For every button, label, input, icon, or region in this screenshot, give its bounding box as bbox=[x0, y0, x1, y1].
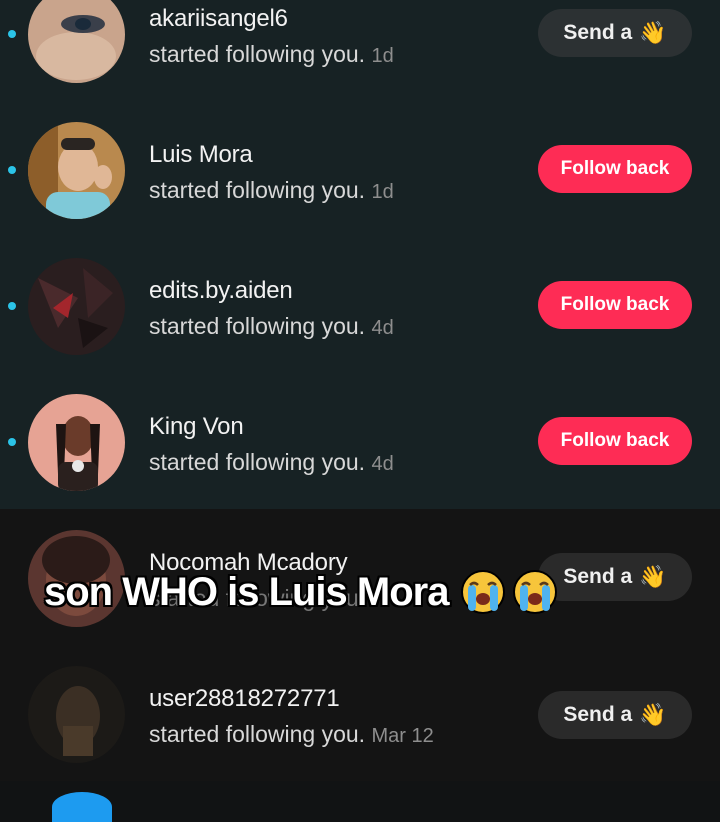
unread-dot bbox=[8, 166, 16, 174]
waving-hand-icon: 👋 bbox=[639, 702, 667, 727]
notification-row[interactable]: King Von started following you. 4d Follo… bbox=[0, 373, 720, 509]
activity-description: started following you. bbox=[149, 313, 366, 339]
username[interactable]: King Von bbox=[149, 413, 244, 441]
username[interactable]: Luis Mora bbox=[149, 141, 253, 169]
username[interactable]: user28818272771 bbox=[149, 685, 340, 713]
avatar[interactable] bbox=[28, 122, 125, 219]
avatar[interactable] bbox=[28, 258, 125, 355]
waving-hand-icon: 👋 bbox=[639, 564, 667, 589]
activity-text: started following you. 1d bbox=[149, 177, 394, 204]
loudly-crying-face-icon bbox=[461, 570, 506, 614]
activity-text: started following you. Mar 12 bbox=[149, 721, 434, 748]
notification-row[interactable]: Luis Mora started following you. 1d Foll… bbox=[0, 101, 720, 237]
activity-description: started following you. bbox=[149, 449, 366, 475]
unread-dot bbox=[8, 438, 16, 446]
timestamp: 4d bbox=[371, 453, 394, 475]
button-label: Send a bbox=[563, 565, 633, 588]
overlay-caption: son WHO is Luis Mora bbox=[44, 562, 558, 622]
timestamp: 1d bbox=[371, 45, 394, 67]
avatar[interactable] bbox=[28, 394, 125, 491]
avatar[interactable] bbox=[28, 666, 125, 763]
waving-hand-icon: 👋 bbox=[639, 20, 667, 45]
loudly-crying-face-icon bbox=[513, 570, 558, 614]
send-wave-button[interactable]: Send a 👋 bbox=[538, 9, 692, 57]
notification-row[interactable]: edits.by.aiden started following you. 4d… bbox=[0, 237, 720, 373]
notification-row[interactable]: user28818272771 started following you. M… bbox=[0, 645, 720, 781]
send-wave-button[interactable]: Send a 👋 bbox=[538, 691, 692, 739]
activity-text: started following you. 4d bbox=[149, 449, 394, 476]
unread-dot bbox=[8, 30, 16, 38]
caption-text: son WHO is Luis Mora bbox=[44, 569, 449, 614]
activity-text: started following you. 1d bbox=[149, 41, 394, 68]
button-label: Send a bbox=[563, 21, 633, 44]
button-label: Send a bbox=[563, 703, 633, 726]
avatar[interactable] bbox=[28, 0, 125, 83]
unread-dot bbox=[8, 302, 16, 310]
avatar[interactable] bbox=[52, 792, 112, 822]
activity-description: started following you. bbox=[149, 177, 366, 203]
follow-back-button[interactable]: Follow back bbox=[538, 417, 692, 465]
notification-row[interactable]: akariisangel6 started following you. 1d … bbox=[0, 0, 720, 101]
timestamp: 4d bbox=[371, 317, 394, 339]
activity-text: started following you. 4d bbox=[149, 313, 394, 340]
timestamp: 1d bbox=[371, 181, 394, 203]
send-wave-button[interactable]: Send a 👋 bbox=[538, 553, 692, 601]
username[interactable]: edits.by.aiden bbox=[149, 277, 293, 305]
activity-description: started following you. bbox=[149, 41, 366, 67]
timestamp: Mar 12 bbox=[371, 725, 434, 747]
activity-description: started following you. bbox=[149, 721, 366, 747]
username[interactable]: akariisangel6 bbox=[149, 5, 288, 33]
follow-back-button[interactable]: Follow back bbox=[538, 281, 692, 329]
follow-back-button[interactable]: Follow back bbox=[538, 145, 692, 193]
